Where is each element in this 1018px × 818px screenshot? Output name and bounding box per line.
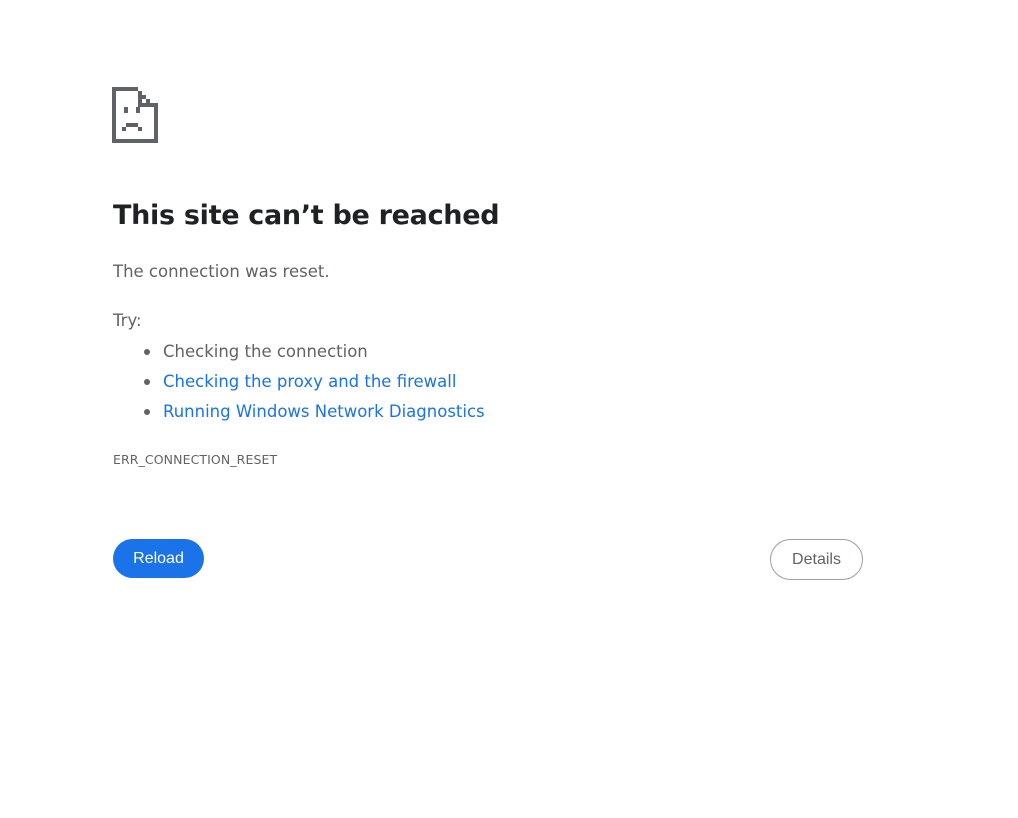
suggestions-list: Checking the connection Checking the pro… [113, 338, 485, 428]
bullet-icon [144, 409, 150, 415]
bullet-icon [144, 349, 150, 355]
suggestion-network-diagnostics: Running Windows Network Diagnostics [113, 398, 485, 428]
sad-page-icon [112, 87, 160, 143]
error-page: This site can’t be reached The connectio… [0, 0, 1018, 818]
try-label: Try: [113, 311, 142, 330]
suggestion-check-connection: Checking the connection [113, 338, 485, 368]
suggestion-label: Checking the connection [163, 342, 368, 361]
network-diagnostics-link[interactable]: Running Windows Network Diagnostics [163, 402, 485, 421]
page-title: This site can’t be reached [113, 200, 500, 231]
details-button[interactable]: Details [770, 539, 863, 580]
reload-button[interactable]: Reload [113, 539, 204, 578]
proxy-firewall-link[interactable]: Checking the proxy and the firewall [163, 372, 456, 391]
error-summary: The connection was reset. [113, 262, 330, 281]
bullet-icon [144, 379, 150, 385]
error-code: ERR_CONNECTION_RESET [113, 452, 278, 467]
suggestion-check-proxy-firewall: Checking the proxy and the firewall [113, 368, 485, 398]
